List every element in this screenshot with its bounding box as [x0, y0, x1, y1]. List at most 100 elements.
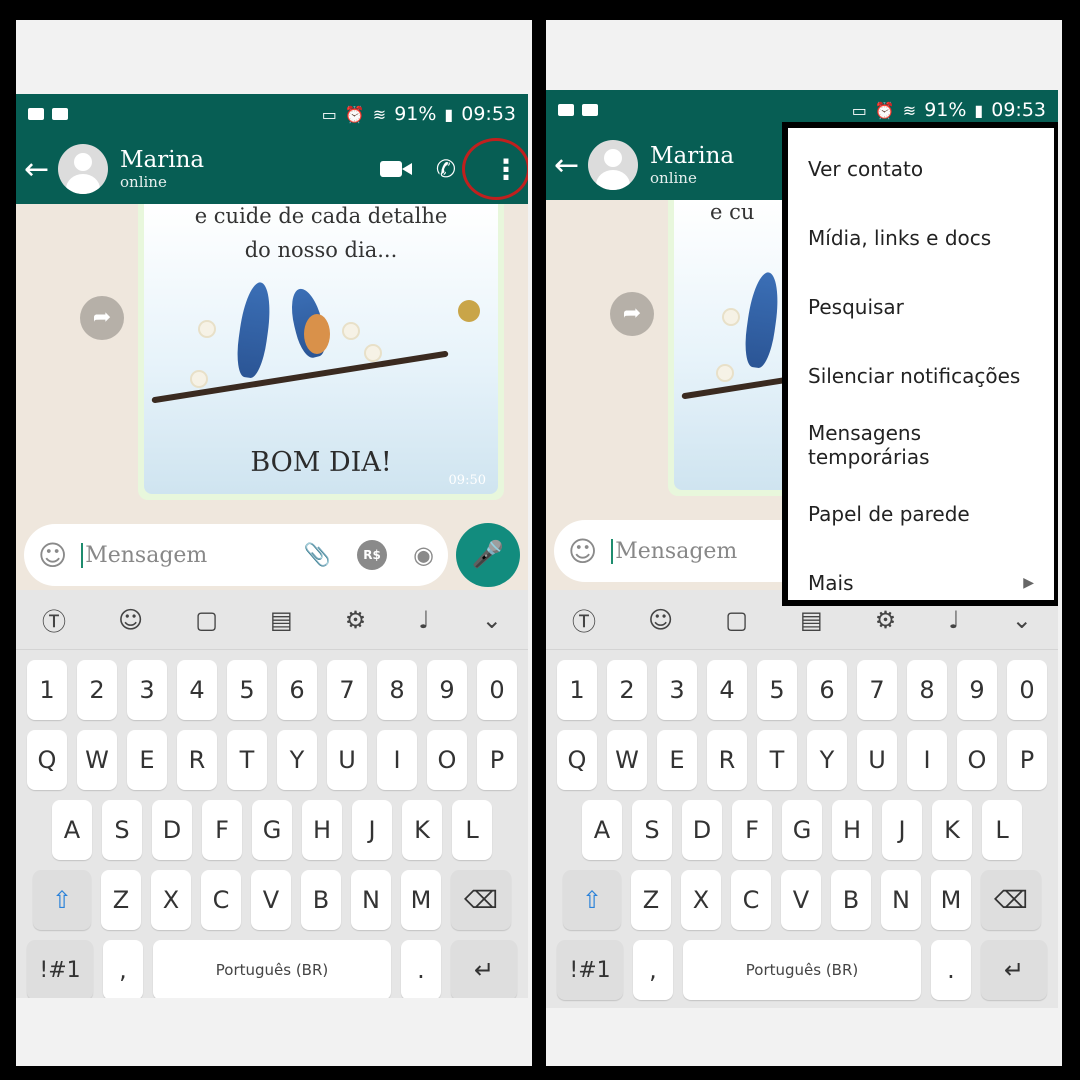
- key-d[interactable]: D: [682, 800, 722, 860]
- contact-info[interactable]: Marina online: [120, 147, 380, 191]
- key-3[interactable]: 3: [127, 660, 167, 720]
- key-w[interactable]: W: [607, 730, 647, 790]
- back-arrow-icon[interactable]: ←: [554, 148, 588, 183]
- emoji-keyboard-icon[interactable]: ☺: [648, 606, 673, 634]
- key-k[interactable]: K: [402, 800, 442, 860]
- space-key[interactable]: Português (BR): [153, 940, 391, 998]
- gif-icon[interactable]: ▤: [270, 606, 293, 634]
- shift-key[interactable]: ⇧: [33, 870, 91, 930]
- shift-key[interactable]: ⇧: [563, 870, 621, 930]
- period-key[interactable]: .: [931, 940, 971, 1000]
- key-3[interactable]: 3: [657, 660, 697, 720]
- key-0[interactable]: 0: [477, 660, 517, 720]
- key-l[interactable]: L: [452, 800, 492, 860]
- key-6[interactable]: 6: [277, 660, 317, 720]
- settings-icon[interactable]: ⚙: [345, 606, 367, 634]
- key-h[interactable]: H: [302, 800, 342, 860]
- message-input[interactable]: ☺ Mensagem 📎 R$ ◉: [24, 524, 448, 586]
- phone-call-icon[interactable]: ✆: [436, 155, 456, 183]
- key-f[interactable]: F: [202, 800, 242, 860]
- key-1[interactable]: 1: [557, 660, 597, 720]
- comma-key[interactable]: ,: [103, 940, 143, 998]
- menu-item-papel-de-parede[interactable]: Papel de parede: [788, 479, 1054, 548]
- key-b[interactable]: B: [301, 870, 341, 930]
- key-9[interactable]: 9: [957, 660, 997, 720]
- period-key[interactable]: .: [401, 940, 441, 998]
- key-q[interactable]: Q: [27, 730, 67, 790]
- key-7[interactable]: 7: [857, 660, 897, 720]
- translate-icon[interactable]: Ⓣ: [572, 602, 596, 637]
- key-y[interactable]: Y: [277, 730, 317, 790]
- key-p[interactable]: P: [1007, 730, 1047, 790]
- key-o[interactable]: O: [427, 730, 467, 790]
- key-t[interactable]: T: [227, 730, 267, 790]
- key-a[interactable]: A: [582, 800, 622, 860]
- key-5[interactable]: 5: [227, 660, 267, 720]
- payment-icon[interactable]: R$: [357, 540, 388, 570]
- image-message[interactable]: e cuide de cada detalhe do nosso dia... …: [138, 204, 504, 500]
- key-g[interactable]: G: [252, 800, 292, 860]
- key-v[interactable]: V: [251, 870, 291, 930]
- key-4[interactable]: 4: [177, 660, 217, 720]
- emoji-keyboard-icon[interactable]: ☺: [118, 606, 143, 634]
- voice-input-icon[interactable]: ♩: [418, 606, 429, 634]
- key-2[interactable]: 2: [607, 660, 647, 720]
- sticker-icon[interactable]: ▢: [725, 606, 748, 634]
- symbols-key[interactable]: !#1: [27, 940, 93, 998]
- key-t[interactable]: T: [757, 730, 797, 790]
- key-m[interactable]: M: [931, 870, 971, 930]
- symbols-key[interactable]: !#1: [557, 940, 623, 1000]
- backspace-key[interactable]: ⌫: [451, 870, 511, 930]
- avatar[interactable]: [58, 144, 108, 194]
- key-c[interactable]: C: [201, 870, 241, 930]
- menu-item-silenciar[interactable]: Silenciar notificações: [788, 341, 1054, 410]
- menu-item-midia[interactable]: Mídia, links e docs: [788, 203, 1054, 272]
- key-o[interactable]: O: [957, 730, 997, 790]
- enter-key[interactable]: ↵: [981, 940, 1047, 1000]
- back-arrow-icon[interactable]: ←: [24, 152, 58, 187]
- menu-item-pesquisar[interactable]: Pesquisar: [788, 272, 1054, 341]
- key-r[interactable]: R: [707, 730, 747, 790]
- comma-key[interactable]: ,: [633, 940, 673, 1000]
- key-9[interactable]: 9: [427, 660, 467, 720]
- key-6[interactable]: 6: [807, 660, 847, 720]
- avatar[interactable]: [588, 140, 638, 190]
- camera-icon[interactable]: ◉: [413, 541, 434, 569]
- key-q[interactable]: Q: [557, 730, 597, 790]
- key-e[interactable]: E: [127, 730, 167, 790]
- sticker-icon[interactable]: ▢: [195, 606, 218, 634]
- key-s[interactable]: S: [102, 800, 142, 860]
- key-g[interactable]: G: [782, 800, 822, 860]
- key-c[interactable]: C: [731, 870, 771, 930]
- key-m[interactable]: M: [401, 870, 441, 930]
- key-y[interactable]: Y: [807, 730, 847, 790]
- key-f[interactable]: F: [732, 800, 772, 860]
- key-u[interactable]: U: [857, 730, 897, 790]
- key-x[interactable]: X: [681, 870, 721, 930]
- key-h[interactable]: H: [832, 800, 872, 860]
- key-u[interactable]: U: [327, 730, 367, 790]
- chevron-down-icon[interactable]: ⌄: [482, 606, 502, 634]
- key-b[interactable]: B: [831, 870, 871, 930]
- emoji-icon[interactable]: ☺: [568, 535, 597, 568]
- key-l[interactable]: L: [982, 800, 1022, 860]
- key-i[interactable]: I: [377, 730, 417, 790]
- paperclip-icon[interactable]: 📎: [304, 543, 331, 568]
- key-5[interactable]: 5: [757, 660, 797, 720]
- key-2[interactable]: 2: [77, 660, 117, 720]
- key-p[interactable]: P: [477, 730, 517, 790]
- emoji-icon[interactable]: ☺: [38, 539, 67, 572]
- key-w[interactable]: W: [77, 730, 117, 790]
- microphone-button[interactable]: 🎤: [456, 523, 520, 587]
- forward-icon[interactable]: ➦: [80, 296, 124, 340]
- key-j[interactable]: J: [352, 800, 392, 860]
- enter-key[interactable]: ↵: [451, 940, 517, 998]
- key-1[interactable]: 1: [27, 660, 67, 720]
- key-7[interactable]: 7: [327, 660, 367, 720]
- key-k[interactable]: K: [932, 800, 972, 860]
- menu-item-ver-contato[interactable]: Ver contato: [788, 134, 1054, 203]
- key-0[interactable]: 0: [1007, 660, 1047, 720]
- message-placeholder[interactable]: Mensagem: [81, 542, 293, 568]
- key-e[interactable]: E: [657, 730, 697, 790]
- key-n[interactable]: N: [881, 870, 921, 930]
